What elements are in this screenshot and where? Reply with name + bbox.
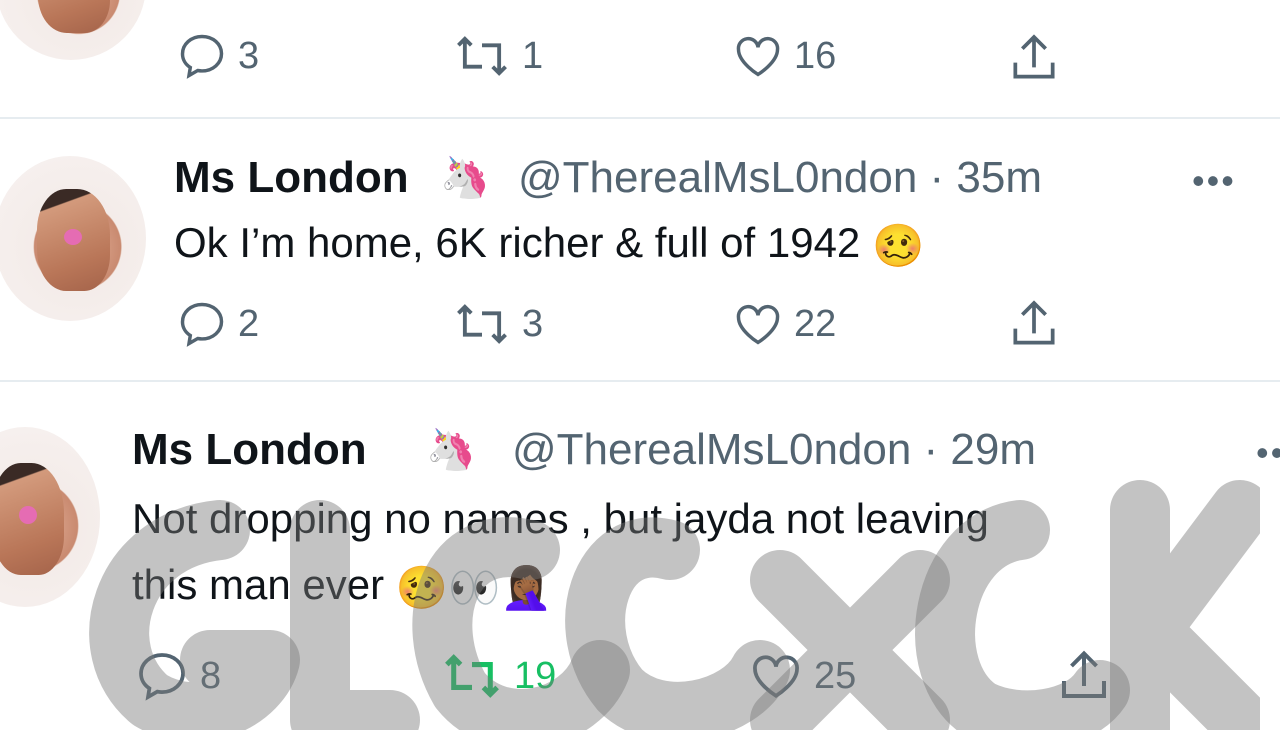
- like-count: 16: [794, 34, 837, 77]
- retweet-count: 3: [522, 302, 544, 345]
- reply-button[interactable]: 2: [176, 298, 259, 350]
- like-button[interactable]: 16: [732, 30, 836, 82]
- retweet-button[interactable]: 3: [452, 298, 543, 350]
- share-icon: [1013, 300, 1055, 345]
- like-count: 25: [814, 654, 857, 697]
- tweet-2[interactable]: Ms London 🦄 @TherealMsL0ndon · 35m ••• O…: [0, 118, 1280, 380]
- avatar[interactable]: [0, 156, 146, 321]
- more-icon[interactable]: •••: [1192, 160, 1236, 202]
- reply-count: 3: [238, 34, 260, 77]
- retweet-icon: [445, 654, 499, 698]
- tweet-text-line-1: Not dropping no names , but jayda not le…: [132, 495, 989, 542]
- share-icon: [1062, 650, 1106, 698]
- retweet-button[interactable]: 1: [452, 30, 543, 82]
- handle-and-time[interactable]: @TherealMsL0ndon · 35m: [518, 152, 1042, 204]
- retweet-button-active[interactable]: 19: [440, 648, 556, 704]
- retweet-count: 19: [514, 654, 557, 697]
- tweet-1[interactable]: 3 1 16: [0, 0, 1280, 118]
- tweet-text-line-2-body: this man ever: [132, 561, 385, 608]
- heart-icon: [736, 304, 780, 345]
- tweet-3[interactable]: Ms London 🦄 @TherealMsL0ndon · 29m ••• N…: [0, 382, 1280, 720]
- like-count: 22: [794, 302, 837, 345]
- display-name[interactable]: Ms London: [132, 424, 367, 476]
- like-button[interactable]: 22: [732, 298, 836, 350]
- retweet-icon: [457, 36, 507, 76]
- handle-and-time[interactable]: @TherealMsL0ndon · 29m: [512, 424, 1036, 476]
- more-icon[interactable]: •••: [1256, 432, 1280, 474]
- reply-button[interactable]: 8: [134, 648, 221, 704]
- avatar[interactable]: [0, 0, 146, 60]
- tweet-text-line-2: this man ever 🥴👀🤦🏾‍♀️: [132, 552, 989, 621]
- woozy-face-icon: 🥴: [871, 221, 925, 269]
- tweet-text: Ok I’m home, 6K richer & full of 1942 🥴: [174, 210, 924, 279]
- heart-icon: [736, 36, 780, 77]
- reply-icon: [139, 653, 185, 701]
- reply-icon: [180, 34, 224, 79]
- avatar[interactable]: [0, 427, 100, 607]
- display-name[interactable]: Ms London: [174, 152, 409, 204]
- heart-icon: [753, 655, 799, 699]
- reply-button[interactable]: 3: [176, 30, 259, 82]
- emoji-sequence-icon: 🥴👀🤦🏾‍♀️: [395, 563, 553, 611]
- reply-icon: [180, 302, 224, 347]
- reply-count: 2: [238, 302, 260, 345]
- retweet-count: 1: [522, 34, 544, 77]
- unicorn-icon: 🦄: [426, 428, 476, 472]
- tweet-text-body: Ok I’m home, 6K richer & full of 1942: [174, 219, 861, 266]
- share-button[interactable]: [1006, 30, 1062, 86]
- like-button[interactable]: 25: [748, 648, 856, 704]
- share-button[interactable]: [1054, 646, 1114, 706]
- share-icon: [1013, 34, 1055, 79]
- retweet-icon: [457, 304, 507, 344]
- reply-count: 8: [200, 654, 222, 697]
- unicorn-icon: 🦄: [440, 156, 490, 200]
- share-button[interactable]: [1006, 296, 1062, 352]
- tweet-text: Not dropping no names , but jayda not le…: [132, 486, 989, 621]
